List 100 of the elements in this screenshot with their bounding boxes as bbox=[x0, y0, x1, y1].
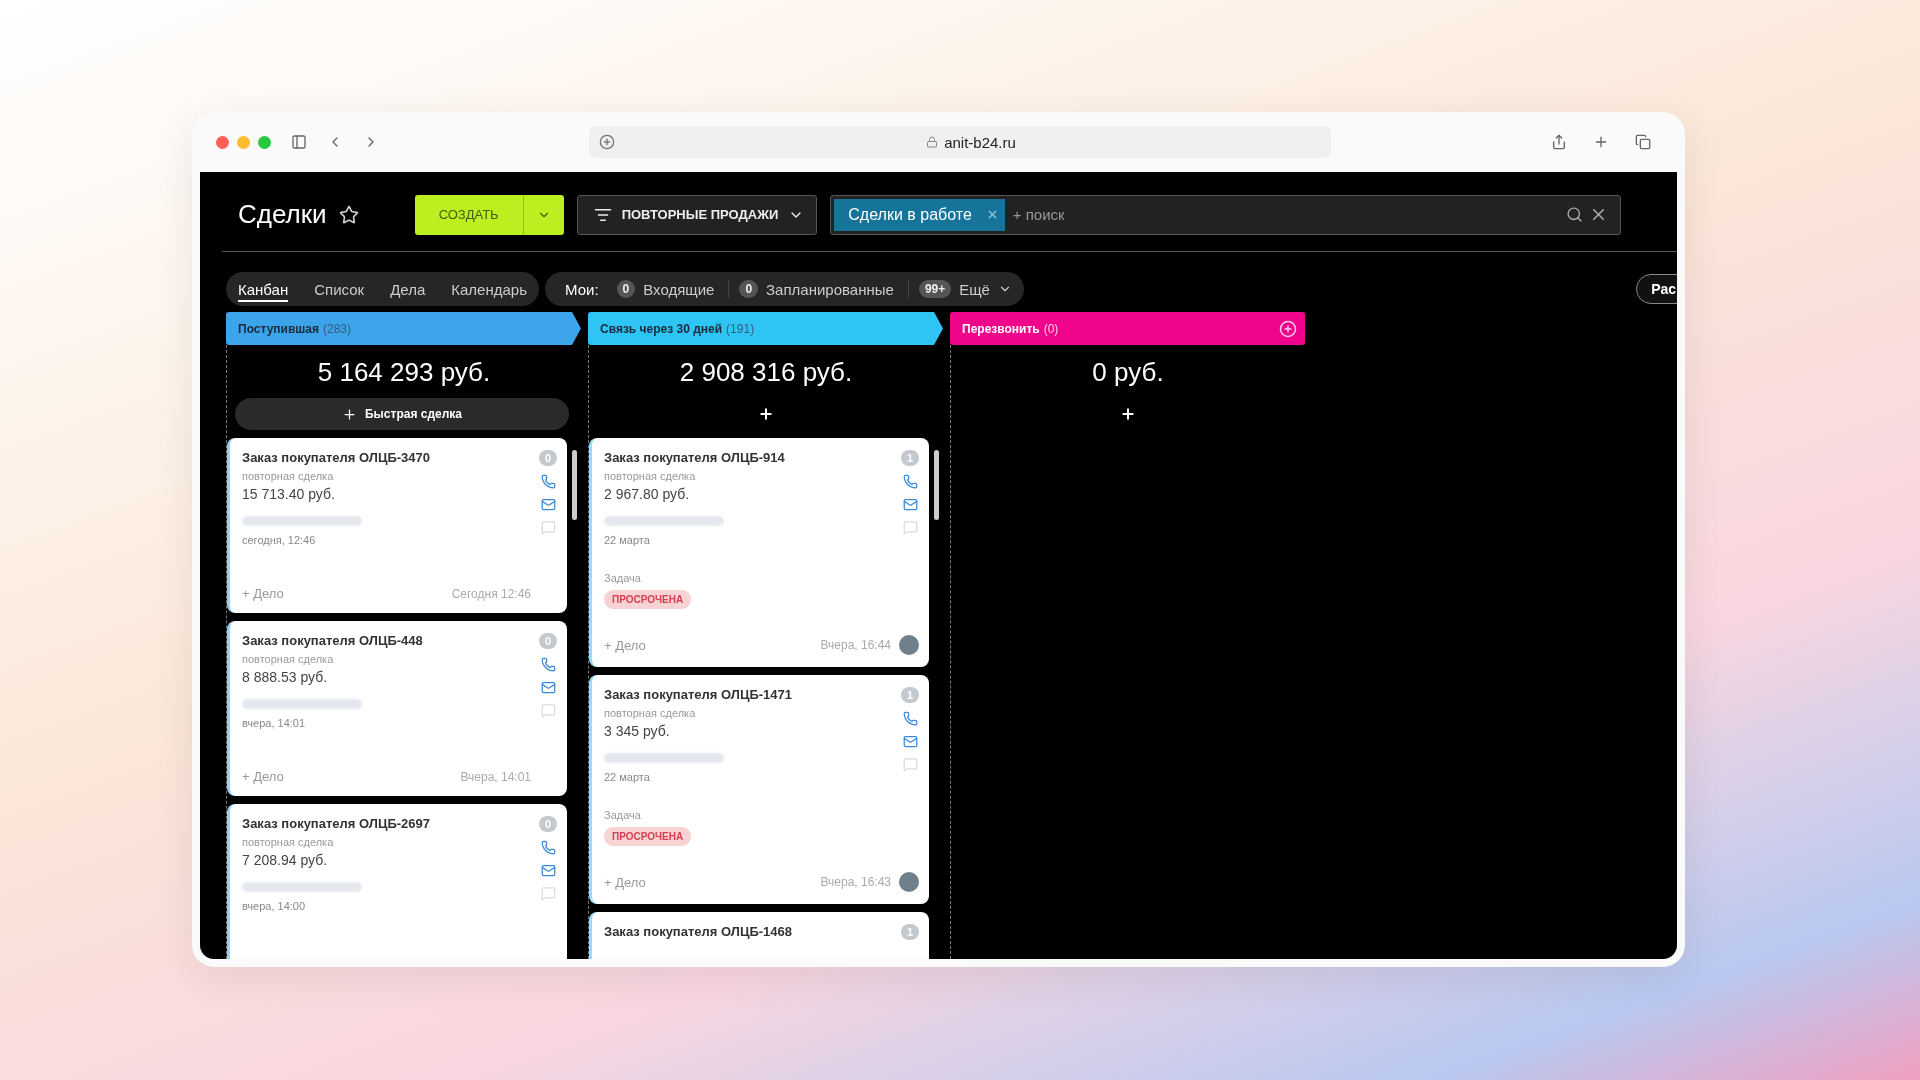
stage-header[interactable]: Поступившая (283) bbox=[226, 312, 581, 345]
share-icon[interactable] bbox=[1551, 134, 1567, 150]
deal-type: повторная сделка bbox=[604, 707, 697, 719]
toolbar-button[interactable]: Рас bbox=[1636, 274, 1677, 304]
address-bar[interactable]: anit-b24.ru bbox=[589, 126, 1331, 158]
counter-badge: 0 bbox=[739, 280, 759, 298]
deal-date: вчера, 14:01 bbox=[242, 717, 307, 729]
mail-icon[interactable] bbox=[902, 497, 918, 512]
mail-icon[interactable] bbox=[540, 680, 556, 695]
scrollbar[interactable] bbox=[934, 450, 939, 520]
phone-icon[interactable] bbox=[540, 657, 556, 672]
page-title: Сделки bbox=[238, 199, 327, 230]
stage-header[interactable]: Связь через 30 дней (191) bbox=[588, 312, 943, 345]
activity-count: 0 bbox=[539, 450, 557, 466]
deal-card[interactable]: Заказ покупателя ОЛЦБ-914 повторная сделка 2 967.80 руб. 22 марта Задача ПРОСРОЧЕНА + Дело Вчера, 16:44 1 bbox=[589, 438, 929, 667]
stage-total: 0 руб. bbox=[1091, 356, 1165, 389]
filter-chip-label: Сделки в работе bbox=[848, 205, 972, 224]
minimize-dot[interactable] bbox=[237, 135, 250, 149]
counter-label: Входящие bbox=[643, 280, 715, 298]
deal-title[interactable]: Заказ покупателя ОЛЦБ-3470 bbox=[242, 450, 531, 465]
create-button[interactable]: СОЗДАТЬ bbox=[414, 194, 564, 235]
phone-icon[interactable] bbox=[540, 474, 556, 489]
plus-icon bbox=[342, 406, 357, 422]
search-field[interactable]: Сделки в работе + поиск bbox=[830, 194, 1622, 235]
close-dot[interactable] bbox=[216, 135, 229, 149]
counter-badge: 99+ bbox=[918, 280, 952, 298]
stage-title: Связь через 30 дней bbox=[600, 321, 723, 336]
counter-badge: 0 bbox=[616, 280, 636, 298]
deal-date: 22 марта bbox=[604, 771, 651, 783]
activity-count: 0 bbox=[539, 633, 557, 649]
stage-total: 5 164 293 руб. bbox=[316, 356, 492, 389]
counter-filter[interactable]: 0 Входящие bbox=[616, 280, 730, 298]
deal-title[interactable]: Заказ покупателя ОЛЦБ-914 bbox=[604, 450, 893, 465]
deal-date: сегодня, 12:46 bbox=[242, 534, 317, 546]
sidebar-icon[interactable] bbox=[291, 134, 307, 150]
phone-icon[interactable] bbox=[902, 474, 918, 489]
star-icon[interactable] bbox=[338, 204, 359, 225]
scrollbar[interactable] bbox=[572, 450, 577, 520]
deal-title[interactable]: Заказ покупателя ОЛЦБ-448 bbox=[242, 633, 531, 648]
create-label[interactable]: СОЗДАТЬ bbox=[414, 194, 524, 235]
deal-amount: 8 888.53 руб. bbox=[242, 669, 329, 685]
deal-card[interactable]: Заказ покупателя ОЛЦБ-1468 1 bbox=[589, 912, 929, 959]
activity-count: 1 bbox=[901, 450, 919, 466]
mail-icon[interactable] bbox=[540, 497, 556, 512]
last-activity-time: Сегодня 12:46 bbox=[451, 586, 531, 601]
search-icon[interactable] bbox=[1566, 206, 1584, 223]
counter-filter[interactable]: 0 Запланированные bbox=[739, 280, 909, 298]
deal-card[interactable]: Заказ покупателя ОЛЦБ-2697 повторная сделка 7 208.94 руб. вчера, 14:00 0 bbox=[227, 804, 567, 959]
deal-type: повторная сделка bbox=[242, 470, 335, 482]
counter-label: Запланированные bbox=[766, 280, 894, 298]
overdue-tag: ПРОСРОЧЕНА bbox=[604, 590, 692, 609]
tabs-icon[interactable] bbox=[1635, 134, 1651, 150]
view-tab[interactable]: Канбан bbox=[238, 276, 289, 302]
stage-title: Перезвонить bbox=[962, 321, 1040, 336]
phone-icon[interactable] bbox=[540, 840, 556, 855]
mail-icon[interactable] bbox=[902, 734, 918, 749]
deal-type: повторная сделка bbox=[242, 836, 335, 848]
quick-deal-button[interactable]: Быстрая сделка bbox=[235, 398, 569, 430]
deal-amount: 3 345 руб. bbox=[604, 723, 671, 739]
stage-count: (283) bbox=[323, 321, 351, 336]
counters-label: Мои: bbox=[565, 280, 599, 298]
deal-amount: 2 967.80 руб. bbox=[604, 486, 691, 502]
stage-count: (191) bbox=[726, 321, 755, 336]
overdue-tag: ПРОСРОЧЕНА bbox=[604, 827, 692, 846]
deal-title[interactable]: Заказ покупателя ОЛЦБ-1468 bbox=[604, 924, 893, 939]
mail-icon[interactable] bbox=[540, 863, 556, 878]
filter-button[interactable]: ПОВТОРНЫЕ ПРОДАЖИ bbox=[576, 194, 818, 235]
view-tab[interactable]: Список bbox=[314, 276, 365, 302]
plus-circle-icon[interactable] bbox=[599, 134, 615, 150]
activity-count: 1 bbox=[901, 687, 919, 703]
task-label: Задача bbox=[604, 572, 642, 584]
phone-icon[interactable] bbox=[902, 711, 918, 726]
deal-card[interactable]: Заказ покупателя ОЛЦБ-1471 повторная сделка 3 345 руб. 22 марта Задача ПРОСРОЧЕНА + Дело Вчера, 16:43 1 bbox=[589, 675, 929, 904]
deal-type: повторная сделка bbox=[242, 653, 335, 665]
zoom-dot[interactable] bbox=[258, 135, 271, 149]
stage-count: (0) bbox=[1043, 321, 1059, 336]
deal-title[interactable]: Заказ покупателя ОЛЦБ-1471 bbox=[604, 687, 893, 702]
deal-amount: 15 713.40 руб. bbox=[242, 486, 336, 502]
stage-header[interactable]: Перезвонить (0) bbox=[950, 312, 1305, 345]
activity-count: 1 bbox=[901, 924, 919, 940]
url-text: anit-b24.ru bbox=[944, 133, 1016, 151]
deal-card[interactable]: Заказ покупателя ОЛЦБ-448 повторная сделка 8 888.53 руб. вчера, 14:01 + Дело Вчера, 14:01 0 bbox=[227, 621, 567, 796]
counter-label: Ещё bbox=[959, 280, 990, 298]
deal-title[interactable]: Заказ покупателя ОЛЦБ-2697 bbox=[242, 816, 531, 831]
task-label: Задача bbox=[604, 809, 642, 821]
deal-date: 22 марта bbox=[604, 534, 651, 546]
deal-amount: 7 208.94 руб. bbox=[242, 852, 329, 868]
filter-chip[interactable]: Сделки в работе bbox=[834, 198, 1005, 231]
stage-total: 2 908 316 руб. bbox=[678, 356, 854, 389]
activity-count: 0 bbox=[539, 816, 557, 832]
last-activity-time: Вчера, 16:43 bbox=[820, 875, 891, 889]
deal-date: вчера, 14:00 bbox=[242, 900, 307, 912]
lock-icon bbox=[926, 136, 939, 148]
view-tab[interactable]: Календарь bbox=[451, 276, 527, 302]
new-tab-icon[interactable] bbox=[1593, 134, 1609, 150]
view-tab[interactable]: Дела bbox=[390, 276, 426, 302]
deal-type: повторная сделка bbox=[604, 470, 697, 482]
counter-filter[interactable]: 99+ Ещё bbox=[918, 280, 1012, 298]
deal-card[interactable]: Заказ покупателя ОЛЦБ-3470 повторная сделка 15 713.40 руб. сегодня, 12:46 + Дело Сегодня 12:46 0 bbox=[227, 438, 567, 613]
stage-title: Поступившая bbox=[238, 321, 319, 336]
